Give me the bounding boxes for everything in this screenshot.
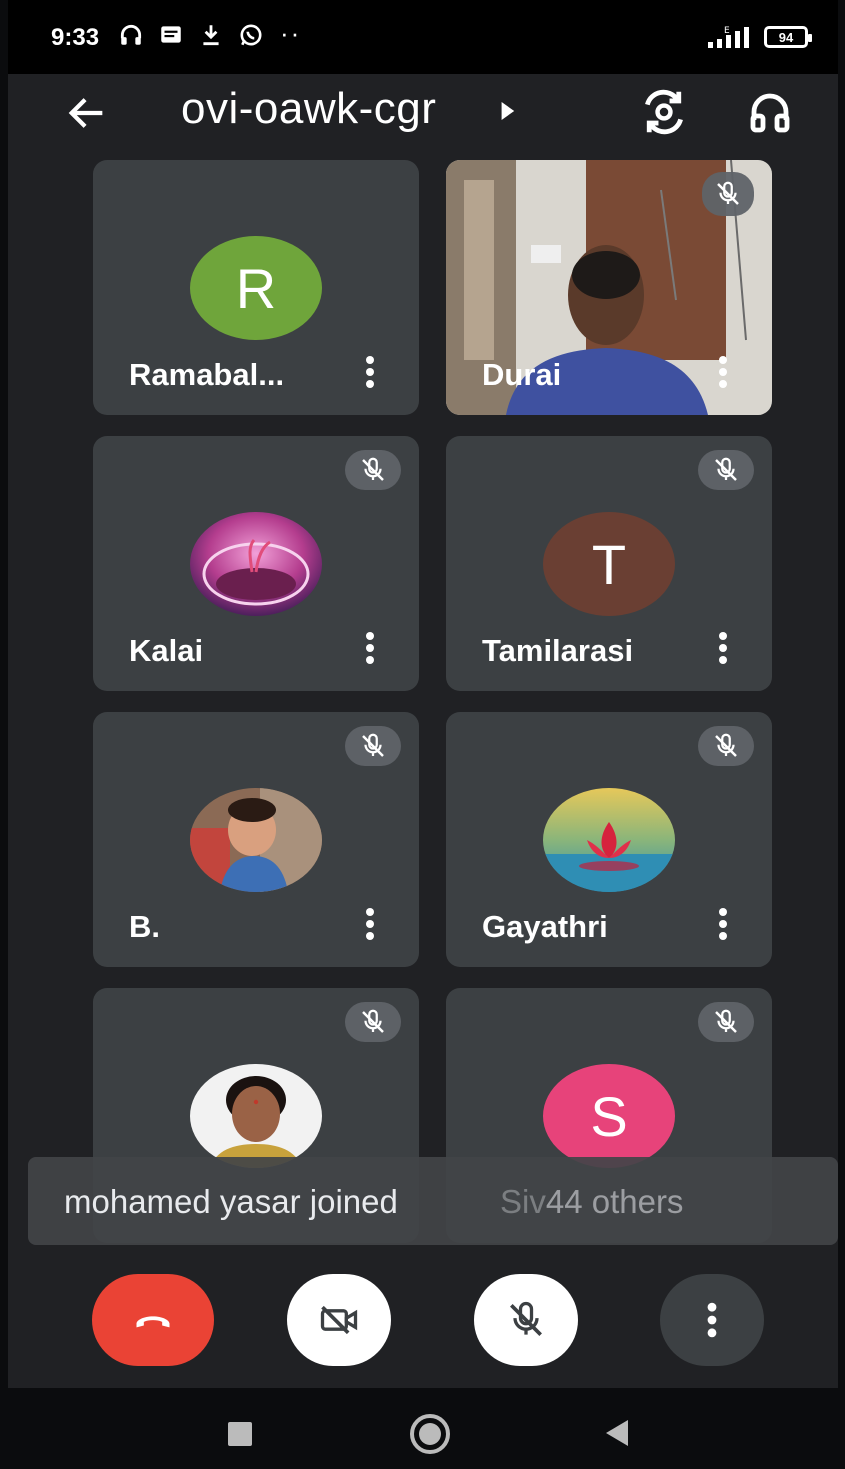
mic-off-icon (715, 1009, 737, 1033)
microphone-toggle-button[interactable] (474, 1274, 578, 1366)
participant-tile-video[interactable]: Durai (446, 160, 772, 415)
partial-name: Siv (500, 1183, 546, 1220)
avatar: T (543, 512, 675, 616)
more-vert-icon[interactable] (363, 631, 377, 665)
muted-badge (345, 726, 401, 766)
mic-off-icon (362, 1009, 384, 1033)
switch-camera-icon[interactable] (638, 88, 690, 136)
join-notification-toast: mohamed yasar joined Siv44 others (28, 1157, 838, 1245)
muted-badge (698, 450, 754, 490)
participant-tile[interactable]: B. (93, 712, 419, 967)
toast-overflow-participants: Siv44 others (500, 1183, 683, 1221)
participant-name: Gayathri (482, 909, 608, 944)
mic-off-icon (362, 457, 384, 481)
muted-badge (698, 726, 754, 766)
more-vert-icon[interactable] (716, 631, 730, 665)
download-icon (203, 25, 219, 46)
network-type: E (724, 26, 730, 36)
participant-name: Kalai (129, 633, 204, 668)
mic-off-icon (715, 457, 737, 481)
mic-off-icon (510, 1301, 542, 1336)
recents-icon[interactable] (228, 1422, 252, 1446)
more-notifications-icon: ·· (280, 18, 302, 48)
avatar-photo (190, 1064, 322, 1168)
avatar: S (543, 1064, 675, 1168)
battery-icon: 94 (764, 26, 812, 48)
participant-name: Tamilarasi (482, 633, 634, 668)
avatar-initial: T (591, 532, 627, 596)
avatar: R (190, 236, 322, 340)
more-vert-icon[interactable] (363, 355, 377, 389)
status-bar: 9:33 ·· E 94 (8, 0, 838, 74)
avatar-photo (543, 788, 675, 892)
avatar-initial: S (590, 1084, 628, 1148)
others-count[interactable]: 44 others (546, 1183, 684, 1220)
more-vert-icon[interactable] (716, 907, 730, 941)
camera-off-icon (320, 1305, 358, 1335)
whatsapp-icon (240, 24, 262, 46)
home-icon[interactable] (410, 1414, 450, 1454)
message-icon (161, 26, 181, 43)
audio-output-headphones-icon[interactable] (746, 88, 794, 136)
caret-right-icon[interactable] (498, 100, 516, 122)
meet-screen: 9:33 ·· E 94 ovi-oawk-cgr R Ramabal... D… (8, 0, 838, 1469)
toast-message: mohamed yasar joined (64, 1183, 398, 1220)
meeting-code-title[interactable]: ovi-oawk-cgr (181, 84, 436, 134)
avatar-photo (190, 788, 322, 892)
end-call-button[interactable] (92, 1274, 214, 1366)
participant-name: Durai (482, 357, 562, 392)
status-system-icons: E 94 (704, 24, 812, 50)
participant-tile[interactable]: Gayathri (446, 712, 772, 967)
system-navigation-bar (8, 1388, 838, 1469)
status-time: 9:33 (51, 24, 100, 51)
mic-off-icon (362, 733, 384, 757)
mic-off-icon (717, 181, 739, 205)
more-vert-icon (707, 1302, 717, 1338)
muted-badge (702, 172, 754, 216)
mic-off-icon (715, 733, 737, 757)
participant-name: B. (129, 909, 160, 944)
participant-tile[interactable]: T Tamilarasi (446, 436, 772, 691)
status-notification-icons (118, 22, 264, 48)
more-options-button[interactable] (660, 1274, 764, 1366)
nav-back-icon[interactable] (606, 1420, 628, 1446)
signal-icon: E (708, 26, 749, 48)
avatar-initial: R (235, 256, 277, 320)
more-vert-icon[interactable] (716, 355, 730, 389)
meeting-header: ovi-oawk-cgr (8, 74, 838, 158)
avatar-photo (190, 512, 322, 616)
muted-badge (698, 1002, 754, 1042)
more-vert-icon[interactable] (363, 907, 377, 941)
battery-level: 94 (778, 29, 794, 45)
participant-tile[interactable]: R Ramabal... (93, 160, 419, 415)
muted-badge (345, 450, 401, 490)
camera-toggle-button[interactable] (287, 1274, 391, 1366)
back-arrow-icon[interactable] (64, 90, 110, 136)
participant-name: Ramabal... (129, 357, 285, 392)
muted-badge (345, 1002, 401, 1042)
phone-hangup-icon (136, 1316, 170, 1328)
participant-tile[interactable]: Kalai (93, 436, 419, 691)
headphones-icon (120, 24, 142, 45)
